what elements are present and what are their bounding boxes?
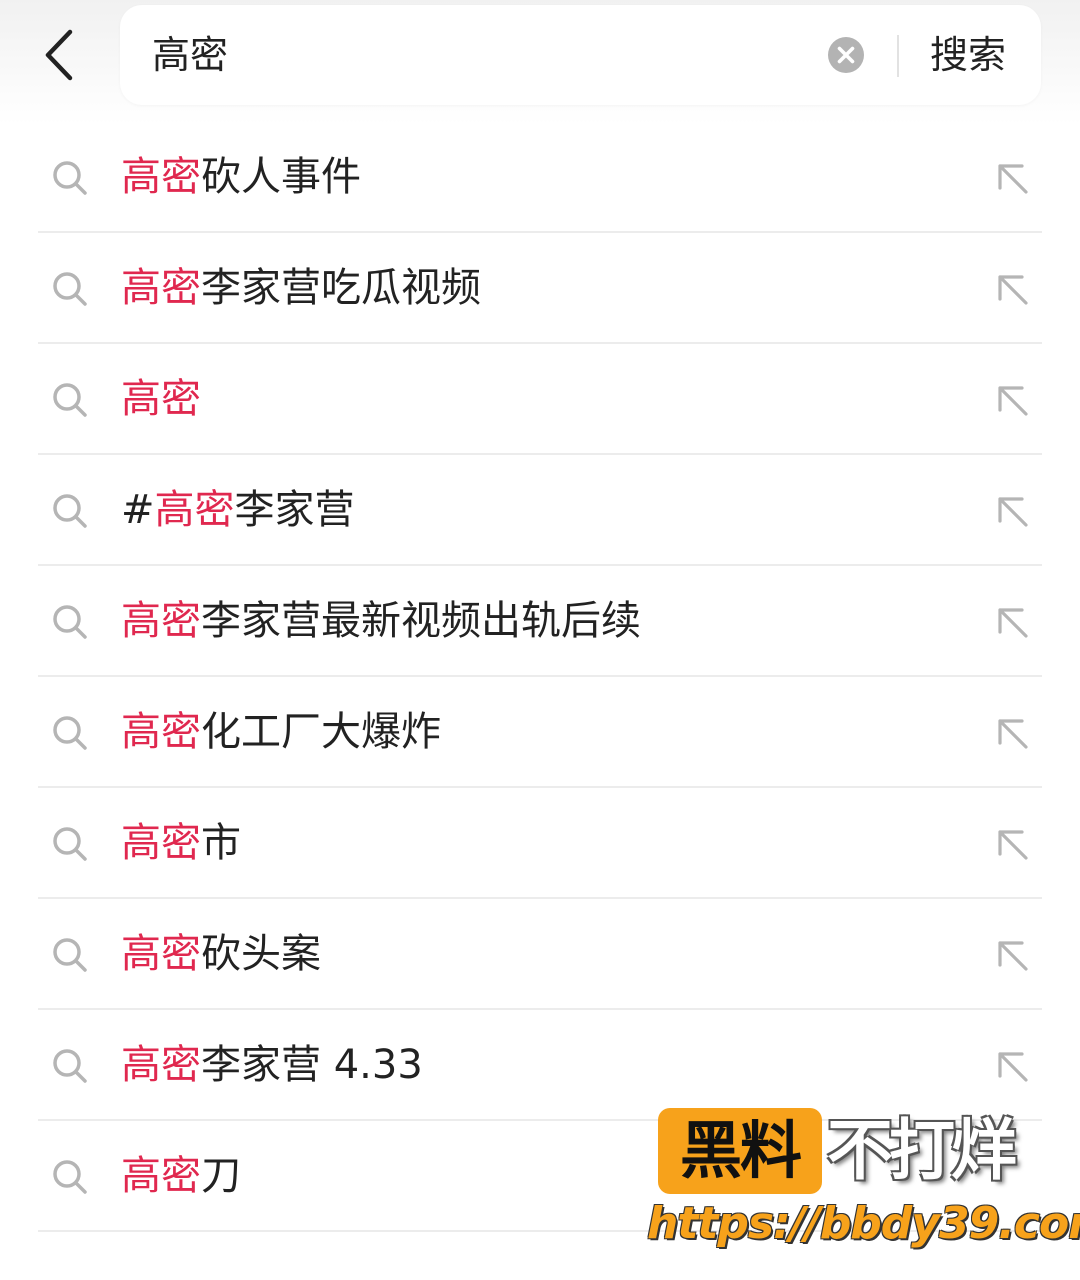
suggestion-rest: 砍头案	[201, 931, 321, 977]
suggestion-label: 高密李家营吃瓜视频	[121, 233, 481, 344]
search-box[interactable]: 高密 搜索	[120, 5, 1041, 105]
arrow-up-left-icon[interactable]	[992, 1046, 1032, 1086]
suggestion-list: 高密砍人事件 高密李家营吃瓜视频 高密 #高密李家营 高密李家营最新视频出轨后续 高密化工…	[0, 122, 1080, 1232]
suggestion-label: 高密砍头案	[121, 899, 321, 1010]
suggestion-item[interactable]: 高密李家营最新视频出轨后续	[0, 566, 1080, 677]
suggestion-label: #高密李家营	[121, 455, 355, 566]
suggestion-label: 高密化工厂大爆炸	[121, 677, 441, 788]
search-button[interactable]: 搜索	[930, 5, 1006, 105]
suggestion-highlight: 高密	[121, 931, 201, 977]
search-icon	[53, 1049, 87, 1083]
arrow-up-left-icon[interactable]	[992, 158, 1032, 198]
search-icon	[53, 494, 87, 528]
suggestion-label: 高密市	[121, 788, 241, 899]
suggestion-item[interactable]: 高密李家营 4.33	[0, 1010, 1080, 1121]
arrow-up-left-icon[interactable]	[992, 602, 1032, 642]
chevron-left-icon	[45, 29, 73, 81]
search-icon	[53, 716, 87, 750]
arrow-up-left-icon[interactable]	[992, 713, 1032, 753]
suggestion-rest: 李家营 4.33	[201, 1042, 423, 1088]
divider	[897, 35, 899, 77]
suggestion-highlight: 高密	[121, 154, 201, 200]
clear-icon[interactable]	[828, 37, 864, 73]
suggestion-rest: 李家营最新视频出轨后续	[201, 598, 641, 644]
suggestion-item[interactable]: 高密市	[0, 788, 1080, 899]
suggestion-highlight: 高密	[154, 487, 235, 533]
suggestion-highlight: 高密	[121, 376, 201, 422]
search-input[interactable]: 高密	[152, 5, 228, 105]
suggestion-highlight: 高密	[121, 820, 201, 866]
suggestion-label: 高密李家营 4.33	[121, 1010, 423, 1121]
suggestion-item[interactable]: #高密李家营	[0, 455, 1080, 566]
arrow-up-left-icon[interactable]	[992, 491, 1032, 531]
suggestion-rest: 化工厂大爆炸	[201, 709, 441, 755]
search-header: 高密 搜索	[0, 0, 1080, 125]
search-icon	[53, 938, 87, 972]
suggestion-highlight: 高密	[121, 598, 201, 644]
arrow-up-left-icon[interactable]	[992, 380, 1032, 420]
suggestion-highlight: 高密	[121, 1153, 201, 1199]
suggestion-highlight: 高密	[121, 709, 201, 755]
search-icon	[53, 383, 87, 417]
arrow-up-left-icon[interactable]	[992, 269, 1032, 309]
suggestion-item[interactable]: 高密砍人事件	[0, 122, 1080, 233]
suggestion-rest: 李家营	[234, 487, 355, 533]
suggestion-label: 高密砍人事件	[121, 122, 361, 233]
watermark: 黑料 不打烊 https://bbdy39.com	[647, 1106, 1080, 1256]
suggestion-item[interactable]: 高密李家营吃瓜视频	[0, 233, 1080, 344]
suggestion-rest: 市	[201, 820, 241, 866]
search-icon	[53, 827, 87, 861]
suggestion-highlight: 高密	[121, 265, 201, 311]
search-icon	[53, 272, 87, 306]
suggestion-rest: 刀	[201, 1153, 241, 1199]
watermark-badge: 黑料	[658, 1108, 822, 1194]
suggestion-rest: 砍人事件	[201, 154, 361, 200]
suggestion-label: 高密	[121, 344, 201, 455]
suggestion-item[interactable]: 高密砍头案	[0, 899, 1080, 1010]
arrow-up-left-icon[interactable]	[992, 824, 1032, 864]
suggestion-rest: 李家营吃瓜视频	[201, 265, 481, 311]
suggestion-item[interactable]: 高密	[0, 344, 1080, 455]
search-icon	[53, 605, 87, 639]
suggestion-item[interactable]: 高密化工厂大爆炸	[0, 677, 1080, 788]
arrow-up-left-icon[interactable]	[992, 935, 1032, 975]
back-button[interactable]	[34, 26, 84, 84]
watermark-text: 不打烊	[827, 1112, 1017, 1189]
suggestion-label: 高密李家营最新视频出轨后续	[121, 566, 641, 677]
search-icon	[53, 161, 87, 195]
suggestion-highlight: 高密	[121, 1042, 201, 1088]
watermark-url: https://bbdy39.com	[647, 1198, 1080, 1249]
search-icon	[53, 1160, 87, 1194]
suggestion-label: 高密刀	[121, 1121, 241, 1232]
suggestion-prefix: #	[121, 487, 155, 533]
